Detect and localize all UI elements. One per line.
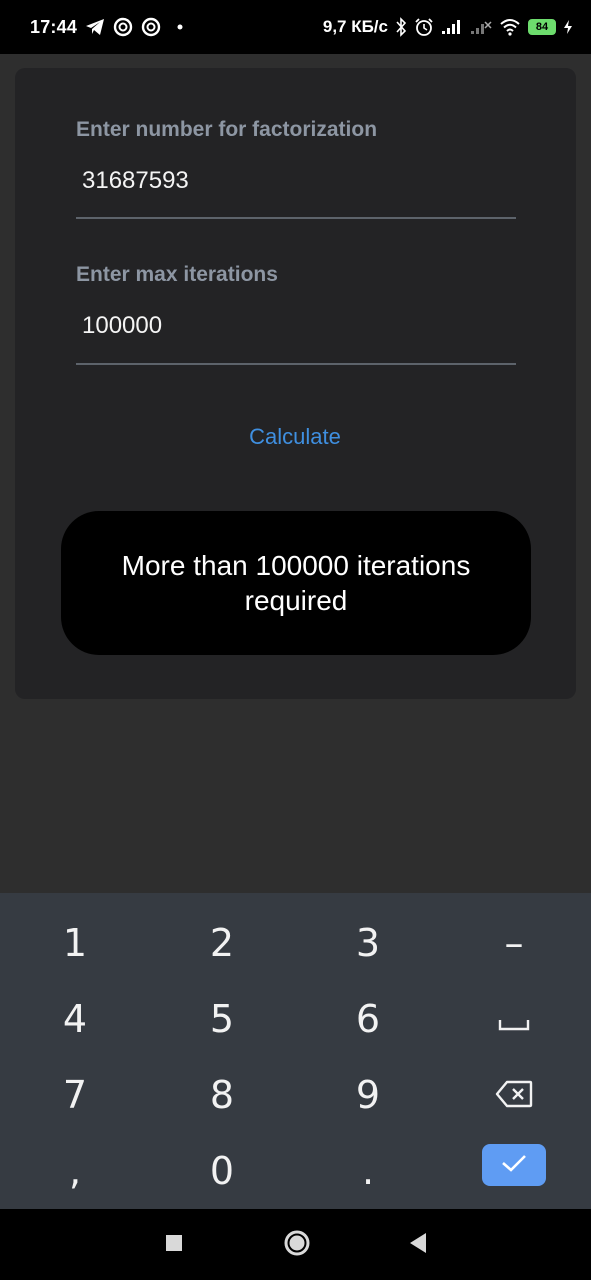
backspace-icon [495,1073,533,1117]
bluetooth-icon [395,17,407,37]
key-1[interactable]: 1 [20,911,130,975]
charging-icon [563,19,573,35]
square-icon [165,1234,183,1257]
calculate-button[interactable]: Calculate [215,420,375,454]
space-icon [498,997,530,1041]
recents-button[interactable] [154,1229,194,1261]
key-4[interactable]: 4 [20,987,130,1051]
network-speed: 9,7 КБ/с [322,17,388,36]
key-backspace[interactable] [459,1063,569,1127]
key-8[interactable]: 8 [167,1063,277,1127]
key-comma[interactable]: , [20,1139,130,1203]
key-0[interactable]: 0 [167,1139,277,1203]
navigation-bar [0,1209,591,1280]
key-space[interactable] [459,987,569,1051]
key-6[interactable]: 6 [313,987,423,1051]
status-right: 9,7 КБ/с 84 [323,0,573,54]
iterations-input-underline [76,363,516,365]
battery-icon: 84 [528,19,556,35]
iterations-input[interactable]: 100000 [82,312,162,340]
wifi-icon [499,18,521,36]
status-time: 17:44 [30,16,78,37]
number-input-underline [76,217,516,219]
dot-icon [177,24,183,30]
back-button[interactable] [398,1229,438,1261]
iterations-field-label: Enter max iterations [76,263,278,286]
home-button[interactable] [277,1229,317,1261]
vpn-icon [113,17,133,37]
key-period[interactable]: . [313,1139,423,1203]
status-left: 17:44 [30,0,183,54]
signal-no-data-icon [470,19,492,35]
key-7[interactable]: 7 [20,1063,130,1127]
key-minus[interactable]: – [459,911,569,975]
number-field-label: Enter number for factorization [76,118,378,141]
numeric-keypad: 1 2 3 – 4 5 6 7 8 9 , 0 . [0,893,591,1209]
key-5[interactable]: 5 [167,987,277,1051]
circle-icon [283,1229,311,1262]
key-2[interactable]: 2 [167,911,277,975]
status-bar: 17:44 9,7 КБ/с 84 [0,0,591,54]
triangle-back-icon [408,1232,428,1259]
key-3[interactable]: 3 [313,911,423,975]
alarm-icon [414,17,434,37]
key-9[interactable]: 9 [313,1063,423,1127]
factorization-dialog: Enter number for factorization 31687593 … [15,68,576,699]
toast-message: More than 100000 iterations required [61,511,531,655]
vpn-icon [141,17,161,37]
telegram-icon [85,18,105,36]
number-input[interactable]: 31687593 [82,167,189,195]
checkmark-icon [500,1153,528,1178]
signal-icon [441,19,463,35]
done-button[interactable] [482,1144,546,1186]
